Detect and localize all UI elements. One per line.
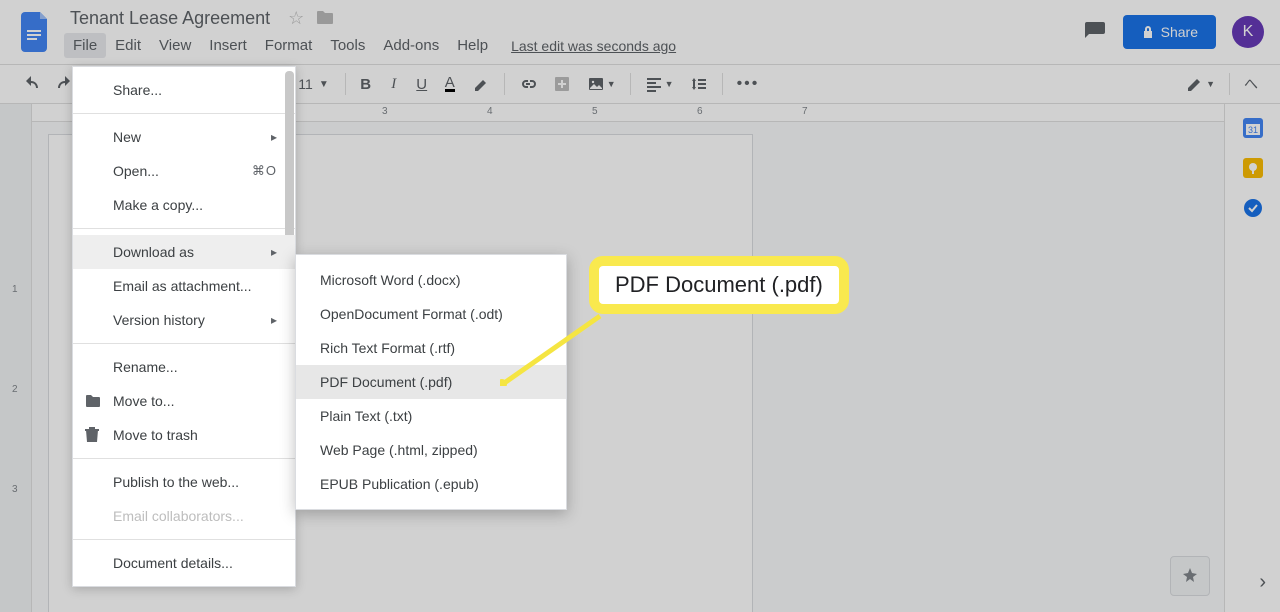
separator	[1229, 73, 1230, 95]
shortcut-label: ⌘O	[252, 163, 277, 179]
submenu-arrow-icon: ▸	[271, 245, 277, 259]
download-docx[interactable]: Microsoft Word (.docx)	[296, 263, 566, 297]
share-label: Share	[1161, 24, 1198, 40]
menu-share[interactable]: Share...	[73, 73, 295, 107]
last-edit-link[interactable]: Last edit was seconds ago	[511, 38, 676, 54]
align-button[interactable]: ▼	[639, 71, 680, 97]
insert-image-button[interactable]: ▼	[581, 71, 622, 97]
menu-edit[interactable]: Edit	[106, 33, 150, 58]
more-button[interactable]: •••	[731, 71, 766, 97]
comments-icon[interactable]	[1083, 20, 1107, 44]
submenu-arrow-icon: ▸	[271, 313, 277, 327]
editing-mode-button[interactable]: ▼	[1180, 71, 1221, 97]
menu-download-as[interactable]: Download as▸	[73, 235, 295, 269]
explore-button[interactable]	[1170, 556, 1210, 596]
lock-icon	[1141, 25, 1155, 39]
menu-format[interactable]: Format	[256, 33, 322, 58]
menu-insert[interactable]: Insert	[200, 33, 256, 58]
menu-file[interactable]: File	[64, 33, 106, 58]
separator	[73, 113, 295, 114]
folder-icon	[85, 394, 101, 408]
star-icon[interactable]: ☆	[288, 8, 304, 29]
highlight-button[interactable]	[466, 71, 496, 97]
share-button[interactable]: Share	[1123, 15, 1216, 49]
download-pdf[interactable]: PDF Document (.pdf)	[296, 365, 566, 399]
text-color-button[interactable]: A	[438, 71, 462, 97]
undo-button[interactable]	[16, 71, 46, 97]
font-size-select[interactable]: 11▼	[290, 74, 336, 94]
folder-icon[interactable]	[316, 10, 334, 26]
tasks-icon[interactable]	[1243, 198, 1263, 218]
callout-annotation: PDF Document (.pdf)	[589, 256, 849, 314]
menu-view[interactable]: View	[150, 33, 200, 58]
italic-button[interactable]: I	[382, 71, 406, 97]
insert-link-button[interactable]	[513, 71, 543, 97]
title-bar: Tenant Lease Agreement ☆ File Edit View …	[0, 0, 1280, 64]
bold-button[interactable]: B	[354, 71, 378, 97]
trash-icon	[85, 427, 99, 443]
download-html[interactable]: Web Page (.html, zipped)	[296, 433, 566, 467]
insert-comment-button[interactable]	[547, 71, 577, 97]
separator	[345, 73, 346, 95]
menu-tools[interactable]: Tools	[321, 33, 374, 58]
menu-help[interactable]: Help	[448, 33, 497, 58]
separator	[722, 73, 723, 95]
separator	[73, 539, 295, 540]
download-rtf[interactable]: Rich Text Format (.rtf)	[296, 331, 566, 365]
menu-email-attachment[interactable]: Email as attachment...	[73, 269, 295, 303]
account-avatar[interactable]: K	[1232, 16, 1264, 48]
line-spacing-button[interactable]	[684, 71, 714, 97]
menu-email-collaborators: Email collaborators...	[73, 499, 295, 533]
hide-menus-button[interactable]: へ	[1238, 71, 1264, 97]
vertical-ruler: 1 2 3	[0, 104, 32, 612]
download-odt[interactable]: OpenDocument Format (.odt)	[296, 297, 566, 331]
docs-logo[interactable]	[16, 12, 56, 52]
menu-move-to[interactable]: Move to...	[73, 384, 295, 418]
menu-publish[interactable]: Publish to the web...	[73, 465, 295, 499]
callout-text: PDF Document (.pdf)	[589, 256, 849, 314]
menu-rename[interactable]: Rename...	[73, 350, 295, 384]
keep-icon[interactable]	[1243, 158, 1263, 178]
separator	[630, 73, 631, 95]
underline-button[interactable]: U	[410, 71, 434, 97]
menu-new[interactable]: New▸	[73, 120, 295, 154]
download-submenu: Microsoft Word (.docx) OpenDocument Form…	[295, 254, 567, 510]
side-panel-toggle[interactable]: ›	[1259, 571, 1266, 594]
file-menu: Share... New▸ Open...⌘O Make a copy... D…	[72, 66, 296, 587]
menu-move-to-trash[interactable]: Move to trash	[73, 418, 295, 452]
menu-version-history[interactable]: Version history▸	[73, 303, 295, 337]
download-txt[interactable]: Plain Text (.txt)	[296, 399, 566, 433]
menu-document-details[interactable]: Document details...	[73, 546, 295, 580]
separator	[73, 228, 295, 229]
menu-addons[interactable]: Add-ons	[374, 33, 448, 58]
side-panel: 31	[1224, 104, 1280, 612]
menu-make-copy[interactable]: Make a copy...	[73, 188, 295, 222]
menu-bar: File Edit View Insert Format Tools Add-o…	[64, 33, 1083, 59]
submenu-arrow-icon: ▸	[271, 130, 277, 144]
separator	[73, 458, 295, 459]
separator	[504, 73, 505, 95]
document-title[interactable]: Tenant Lease Agreement	[64, 6, 276, 31]
menu-open[interactable]: Open...⌘O	[73, 154, 295, 188]
svg-text:31: 31	[1247, 125, 1257, 135]
download-epub[interactable]: EPUB Publication (.epub)	[296, 467, 566, 501]
separator	[73, 343, 295, 344]
calendar-icon[interactable]: 31	[1243, 118, 1263, 138]
